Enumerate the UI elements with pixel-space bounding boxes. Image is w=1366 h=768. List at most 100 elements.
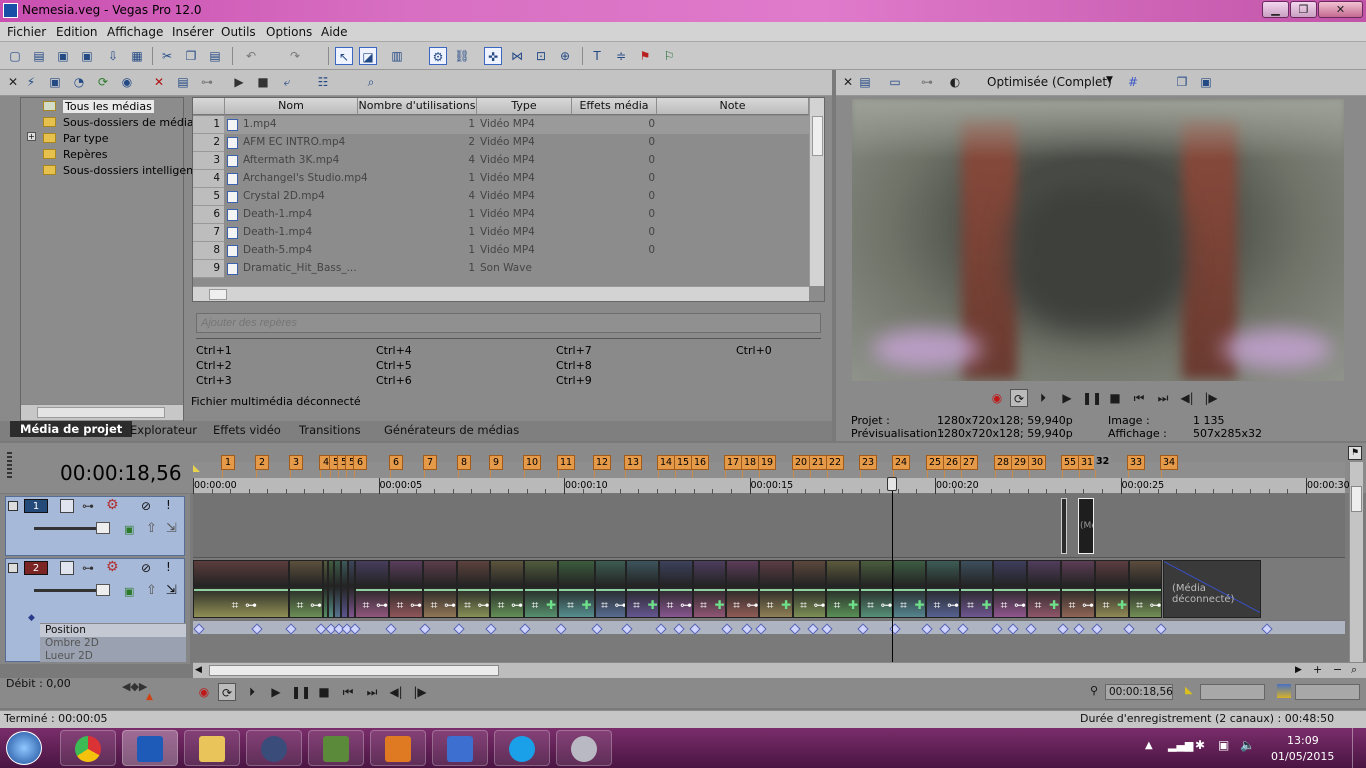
timeline-marker[interactable]: 25 bbox=[926, 455, 945, 470]
video-clip[interactable]: ⌗ ⊶ bbox=[726, 560, 759, 618]
mixer-icon[interactable]: ≑ bbox=[612, 47, 630, 65]
play-icon[interactable]: ▶ bbox=[267, 683, 285, 701]
param-row-glow[interactable]: Lueur 2D bbox=[40, 650, 186, 662]
video-clip[interactable]: ⌗ ⊶ bbox=[1061, 560, 1095, 618]
column-header-name[interactable]: Nom bbox=[225, 98, 358, 115]
video-clip[interactable]: ⌗ ✚ bbox=[893, 560, 926, 618]
bluetooth-icon[interactable]: ✱ bbox=[1195, 738, 1205, 752]
timeline-timecode[interactable]: 00:00:18,56 bbox=[60, 461, 182, 485]
event-fx-icon[interactable]: ✚ bbox=[980, 599, 993, 611]
pause-icon[interactable]: ❚❚ bbox=[291, 683, 311, 701]
clip-track1-small[interactable] bbox=[1061, 498, 1067, 554]
timeline-marker[interactable]: 7 bbox=[423, 455, 437, 470]
next-frame-icon[interactable]: |▶ bbox=[411, 683, 429, 701]
keyframe-row[interactable] bbox=[193, 620, 1345, 634]
track-lane-1[interactable] bbox=[193, 494, 1345, 558]
event-pan-crop-icon[interactable]: ⌗ bbox=[228, 599, 242, 611]
event-fx-icon[interactable]: ✚ bbox=[646, 599, 659, 611]
event-pan-crop-icon[interactable]: ⌗ bbox=[730, 599, 744, 611]
tree-hscroll-thumb[interactable] bbox=[37, 407, 165, 418]
overlays-icon[interactable]: # bbox=[1124, 73, 1142, 91]
timeline-marker[interactable]: 15 bbox=[674, 455, 693, 470]
mute-icon[interactable]: ⊘ bbox=[141, 499, 151, 513]
level-slider-track[interactable] bbox=[34, 589, 104, 592]
scroll-left-icon[interactable]: ◀ bbox=[195, 665, 202, 675]
event-pan-crop-icon[interactable]: ⌗ bbox=[293, 599, 307, 611]
video-clip[interactable]: ⌗ ⊶ bbox=[1129, 560, 1162, 618]
split-screen-icon[interactable]: ◐ bbox=[946, 73, 964, 91]
remove-icon[interactable]: ✕ bbox=[150, 73, 168, 91]
zoom-in-icon[interactable]: + bbox=[1313, 663, 1322, 676]
next-frame-icon[interactable]: |▶ bbox=[1202, 389, 1220, 407]
event-pan-crop-icon[interactable]: ⌗ bbox=[663, 599, 677, 611]
child-track-icon[interactable]: ⇲ bbox=[166, 583, 177, 598]
video-clip[interactable]: ⌗ ⊶ bbox=[793, 560, 826, 618]
copy-icon[interactable]: ❐ bbox=[182, 47, 200, 65]
clock-date[interactable]: 01/05/2015 bbox=[1271, 750, 1334, 763]
track-motion-icon[interactable] bbox=[60, 561, 74, 575]
track-minimize-icon[interactable] bbox=[8, 501, 18, 511]
video-clip[interactable]: ⌗ ✚ bbox=[626, 560, 659, 618]
compositing-icon[interactable]: ▣ bbox=[124, 523, 134, 536]
lock-envelopes-icon[interactable]: ⛓ bbox=[453, 47, 471, 65]
tab-video-fx[interactable]: Effets vidéo bbox=[213, 423, 281, 437]
loop-icon[interactable]: ⟳ bbox=[218, 683, 236, 701]
region-icon[interactable]: ⚐ bbox=[660, 47, 678, 65]
event-fx-icon[interactable]: ⊶ bbox=[880, 599, 893, 611]
track-fx-icon[interactable]: ⊶ bbox=[82, 561, 94, 575]
video-clip[interactable]: ⌗ ✚ bbox=[960, 560, 993, 618]
app2-taskbar-button[interactable] bbox=[308, 730, 364, 766]
event-fx-icon[interactable]: ✚ bbox=[544, 599, 557, 611]
timeline-marker[interactable]: 8 bbox=[457, 455, 471, 470]
cut-icon[interactable]: ✂ bbox=[158, 47, 176, 65]
cursor-time-field[interactable]: 00:00:18,56 bbox=[1105, 684, 1173, 700]
refresh-icon[interactable]: ⟳ bbox=[94, 73, 112, 91]
timeline-marker[interactable]: 28 bbox=[994, 455, 1013, 470]
previous-frame-icon[interactable]: ◀| bbox=[1178, 389, 1196, 407]
timeline-vscroll-thumb[interactable] bbox=[1351, 486, 1362, 512]
event-fx-icon[interactable]: ⊶ bbox=[813, 599, 826, 611]
menu-options[interactable]: Options bbox=[266, 25, 312, 39]
timeline-marker[interactable]: 3 bbox=[289, 455, 303, 470]
event-pan-crop-icon[interactable]: ⌗ bbox=[359, 599, 373, 611]
timeline-marker[interactable]: 6 bbox=[389, 455, 403, 470]
video-clip[interactable]: ⌗ ⊶ bbox=[993, 560, 1027, 618]
timeline-marker[interactable]: 19 bbox=[758, 455, 777, 470]
timeline-vscroll[interactable] bbox=[1349, 462, 1363, 662]
selection-start-field[interactable] bbox=[1200, 684, 1265, 700]
normal-edit-tool-icon[interactable]: ↖ bbox=[335, 47, 353, 65]
timeline-marker[interactable]: 55 bbox=[1061, 455, 1080, 470]
event-pan-crop-icon[interactable]: ⌗ bbox=[1133, 599, 1147, 611]
chevron-down-icon[interactable]: ▼ bbox=[1106, 75, 1113, 85]
timeline-marker[interactable]: 20 bbox=[792, 455, 811, 470]
video-clip[interactable]: ⌗ ✚ bbox=[524, 560, 558, 618]
auto-preview-icon[interactable]: ⤶ bbox=[278, 73, 296, 91]
table-row[interactable]: 8 Death-5.mp4 1 Vidéo MP4 0 bbox=[193, 242, 809, 260]
compositing-icon[interactable]: ▣ bbox=[124, 585, 134, 598]
redo-icon[interactable]: ↷ bbox=[286, 47, 304, 65]
timeline-hscroll[interactable]: ◀ ▶ + − ⌕ bbox=[193, 662, 1366, 678]
zoom-out-icon[interactable]: − bbox=[1333, 663, 1342, 676]
child-track-icon[interactable]: ⇲ bbox=[166, 521, 177, 536]
tab-explorer[interactable]: Explorateur bbox=[130, 423, 197, 437]
video-clip[interactable]: ⌗ ⊶ bbox=[659, 560, 693, 618]
stop-media-icon[interactable]: ■ bbox=[254, 73, 272, 91]
play-media-icon[interactable]: ▶ bbox=[230, 73, 248, 91]
save-snapshot-icon[interactable]: ▣ bbox=[1197, 73, 1215, 91]
event-pan-crop-icon[interactable]: ⌗ bbox=[930, 599, 944, 611]
timeline-marker[interactable]: 17 bbox=[724, 455, 743, 470]
preview-fx-icon[interactable]: ⊶ bbox=[918, 73, 936, 91]
paste-icon[interactable]: ▤ bbox=[206, 47, 224, 65]
tab-media-generators[interactable]: Générateurs de médias bbox=[384, 423, 519, 437]
video-clip[interactable]: ⌗ ⊶ bbox=[193, 560, 289, 618]
skype-taskbar-button[interactable] bbox=[494, 730, 550, 766]
event-pan-crop-icon[interactable]: ⌗ bbox=[1031, 599, 1045, 611]
stop-icon[interactable]: ■ bbox=[1106, 389, 1124, 407]
event-fx-icon[interactable]: ⊶ bbox=[510, 599, 523, 611]
video-clip[interactable]: ⌗ ⊶ bbox=[289, 560, 323, 618]
parent-track-icon[interactable]: ⇧ bbox=[146, 583, 157, 598]
save-as-icon[interactable]: ▣ bbox=[78, 47, 96, 65]
save-icon[interactable]: ▣ bbox=[54, 47, 72, 65]
loop-icon[interactable]: ⟳ bbox=[1010, 389, 1028, 407]
loop-region-icon[interactable] bbox=[193, 465, 200, 472]
